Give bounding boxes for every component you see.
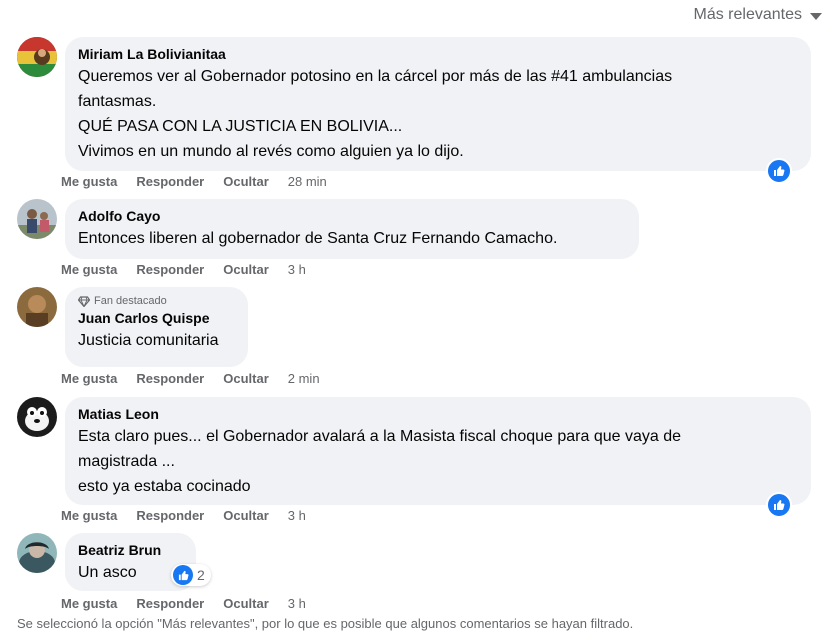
sort-label: Más relevantes xyxy=(693,6,803,23)
comment-text: Justicia comunitaria xyxy=(78,332,219,349)
like-button[interactable]: Me gusta xyxy=(61,174,117,189)
comment-author[interactable]: Beatriz Brun xyxy=(78,541,182,559)
reply-button[interactable]: Responder xyxy=(136,596,204,611)
comment-line: magistrada ... xyxy=(78,453,175,470)
comment-time[interactable]: 28 min xyxy=(288,174,327,189)
like-reaction-icon[interactable] xyxy=(766,492,792,518)
hide-button[interactable]: Ocultar xyxy=(223,262,269,277)
comment-text: Un asco xyxy=(78,564,137,581)
fan-badge-label: Fan destacado xyxy=(94,295,167,307)
reply-button[interactable]: Responder xyxy=(136,174,204,189)
avatar[interactable] xyxy=(17,397,57,437)
comment-line: fantasmas. xyxy=(78,93,157,110)
hide-button[interactable]: Ocultar xyxy=(223,174,269,189)
comment-bubble: Matias Leon Esta claro pues... el Gobern… xyxy=(65,397,811,505)
avatar[interactable] xyxy=(17,199,57,239)
comment-time[interactable]: 3 h xyxy=(288,596,306,611)
comment-bubble: Fan destacado Juan Carlos Quispe Justici… xyxy=(65,287,248,367)
reaction-count: 2 xyxy=(197,567,205,583)
reply-button[interactable]: Responder xyxy=(136,508,204,523)
diamond-icon xyxy=(78,295,90,307)
like-reaction-icon[interactable] xyxy=(766,158,792,184)
comment-line: Vivimos en un mundo al revés como alguie… xyxy=(78,143,464,160)
comment-line: esto ya estaba cocinado xyxy=(78,478,251,495)
comment-actions: Me gusta Responder Ocultar 2 min xyxy=(61,371,320,386)
comment-time[interactable]: 3 h xyxy=(288,508,306,523)
comment-text: Queremos ver al Gobernador potosino en l… xyxy=(78,64,797,164)
reaction-count-pill[interactable]: 2 xyxy=(171,564,211,586)
comment-line: Esta claro pues... el Gobernador avalará… xyxy=(78,428,682,445)
comment-author[interactable]: Miriam La Bolivianitaa xyxy=(78,45,797,63)
comment-text: Esta claro pues... el Gobernador avalará… xyxy=(78,424,797,499)
like-button[interactable]: Me gusta xyxy=(61,262,117,277)
like-button[interactable]: Me gusta xyxy=(61,371,117,386)
fan-badge: Fan destacado xyxy=(78,293,234,309)
avatar[interactable] xyxy=(17,37,57,77)
like-icon xyxy=(173,565,193,585)
comment-actions: Me gusta Responder Ocultar 3 h xyxy=(61,262,306,277)
comment-actions: Me gusta Responder Ocultar 3 h xyxy=(61,596,306,611)
sort-dropdown[interactable]: Más relevantes xyxy=(693,6,822,24)
caret-down-icon xyxy=(810,12,822,20)
comment-author[interactable]: Matias Leon xyxy=(78,405,797,423)
reply-button[interactable]: Responder xyxy=(136,371,204,386)
avatar[interactable] xyxy=(17,533,57,573)
comment-time[interactable]: 2 min xyxy=(288,371,320,386)
comment-bubble: Miriam La Bolivianitaa Queremos ver al G… xyxy=(65,37,811,171)
comment-actions: Me gusta Responder Ocultar 28 min xyxy=(61,174,327,189)
hide-button[interactable]: Ocultar xyxy=(223,596,269,611)
comment-line: Queremos ver al Gobernador potosino en l… xyxy=(78,68,673,85)
reply-button[interactable]: Responder xyxy=(136,262,204,277)
comment-author[interactable]: Adolfo Cayo xyxy=(78,207,625,225)
filter-notice: Se seleccionó la opción "Más relevantes"… xyxy=(17,616,634,631)
avatar[interactable] xyxy=(17,287,57,327)
comment-actions: Me gusta Responder Ocultar 3 h xyxy=(61,508,306,523)
comment-bubble: Adolfo Cayo Entonces liberen al gobernad… xyxy=(65,199,639,259)
like-button[interactable]: Me gusta xyxy=(61,596,117,611)
comment-text: Entonces liberen al gobernador de Santa … xyxy=(78,230,558,247)
comment-author[interactable]: Juan Carlos Quispe xyxy=(78,309,234,327)
hide-button[interactable]: Ocultar xyxy=(223,508,269,523)
like-button[interactable]: Me gusta xyxy=(61,508,117,523)
comment-time[interactable]: 3 h xyxy=(288,262,306,277)
comment-line: QUÉ PASA CON LA JUSTICIA EN BOLIVIA... xyxy=(78,118,403,135)
hide-button[interactable]: Ocultar xyxy=(223,371,269,386)
